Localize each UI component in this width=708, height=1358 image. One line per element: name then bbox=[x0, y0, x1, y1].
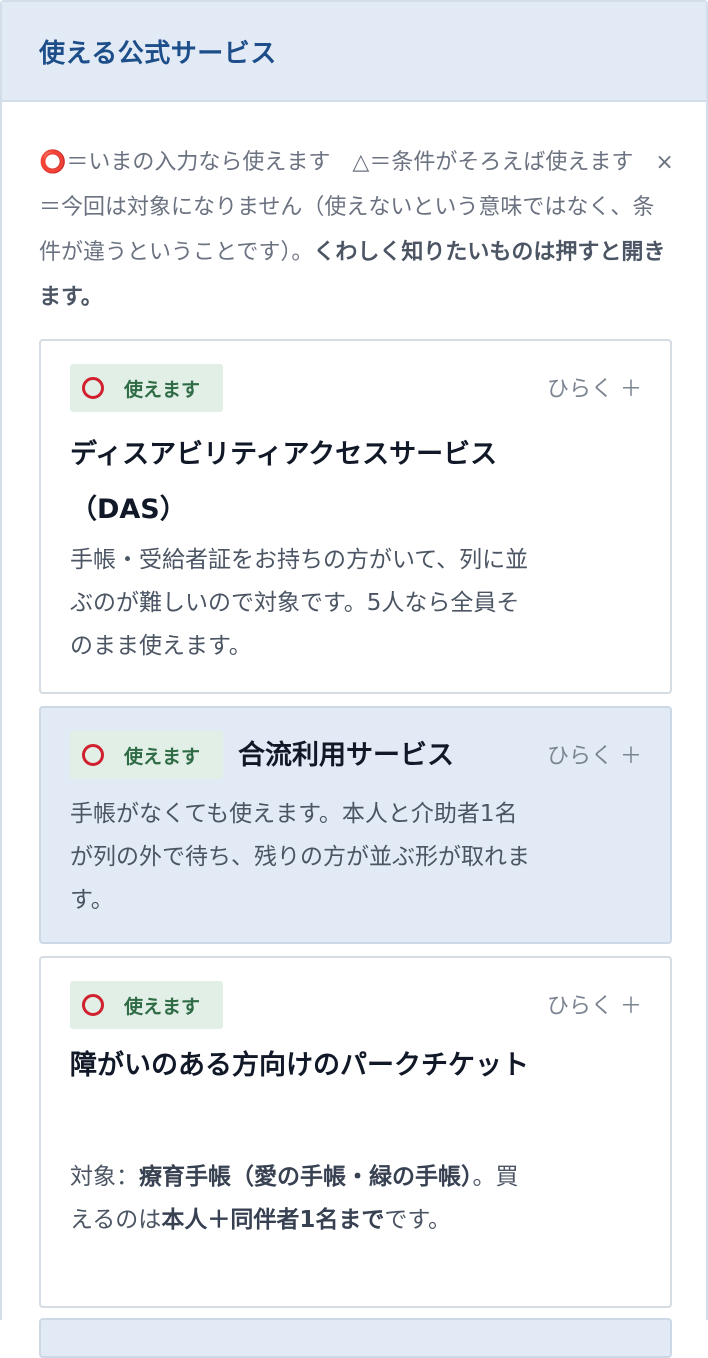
panel-header: 使える公式サービス bbox=[2, 2, 706, 102]
card-title: ディスアビリティアクセスサービス（DAS） bbox=[70, 439, 498, 525]
expand-toggle[interactable]: ひらく ＋ bbox=[547, 738, 642, 770]
circle-ok-icon: ⭕ bbox=[39, 150, 67, 175]
card-title: 合流利用サービス bbox=[238, 740, 454, 771]
body-suffix: です。 bbox=[384, 1207, 452, 1233]
status-label: 使えます bbox=[124, 745, 201, 768]
card-description: 手帳がなくても使えます。本人と介助者1名が列の外で待ち、残りの方が並ぶ形が取れま… bbox=[70, 801, 530, 913]
status-label: 使えます bbox=[124, 378, 201, 401]
service-card-park-ticket[interactable]: 使えます ひらく ＋ 障がいのある方向けのパークチケット 対象：療育手帳（愛の手… bbox=[39, 956, 672, 1308]
circle-ok-icon bbox=[82, 377, 104, 399]
status-legend: ⭕＝いまの入力なら使えます △＝条件がそろえば使えます ×＝今回は対象になりませ… bbox=[39, 140, 675, 320]
body-limit: 本人＋同伴者1名まで bbox=[161, 1207, 385, 1233]
card-description: 手帳・受給者証をお持ちの方がいて、列に並ぶのが難しいので対象です。5人なら全員そ… bbox=[70, 547, 529, 659]
card-description: 対象：療育手帳（愛の手帳・緑の手帳）。買えるのは本人＋同伴者1名までです。 bbox=[70, 1156, 530, 1242]
official-services-panel: 使える公式サービス ⭕＝いまの入力なら使えます △＝条件がそろえば使えます ×＝… bbox=[0, 0, 708, 1358]
body-target: 療育手帳（愛の手帳・緑の手帳） bbox=[139, 1164, 473, 1190]
status-badge: 使えます bbox=[70, 731, 223, 779]
status-badge: 使えます bbox=[70, 364, 223, 412]
status-badge: 使えます bbox=[70, 981, 223, 1029]
body-prefix: 対象： bbox=[70, 1164, 139, 1190]
service-card-das[interactable]: 使えます ひらく ＋ ディスアビリティアクセスサービス（DAS） 手帳・受給者証… bbox=[39, 339, 672, 694]
expand-toggle[interactable]: ひらく ＋ bbox=[547, 371, 642, 403]
status-label: 使えます bbox=[124, 995, 201, 1018]
service-card-next[interactable] bbox=[39, 1318, 672, 1358]
circle-ok-icon bbox=[82, 994, 104, 1016]
panel-title: 使える公式サービス bbox=[39, 38, 277, 69]
circle-ok-icon bbox=[82, 744, 104, 766]
card-title: 障がいのある方向けのパークチケット bbox=[70, 1050, 529, 1081]
service-card-join[interactable]: 使えます 合流利用サービス ひらく ＋ 手帳がなくても使えます。本人と介助者1名… bbox=[39, 706, 672, 944]
expand-toggle[interactable]: ひらく ＋ bbox=[547, 988, 642, 1020]
